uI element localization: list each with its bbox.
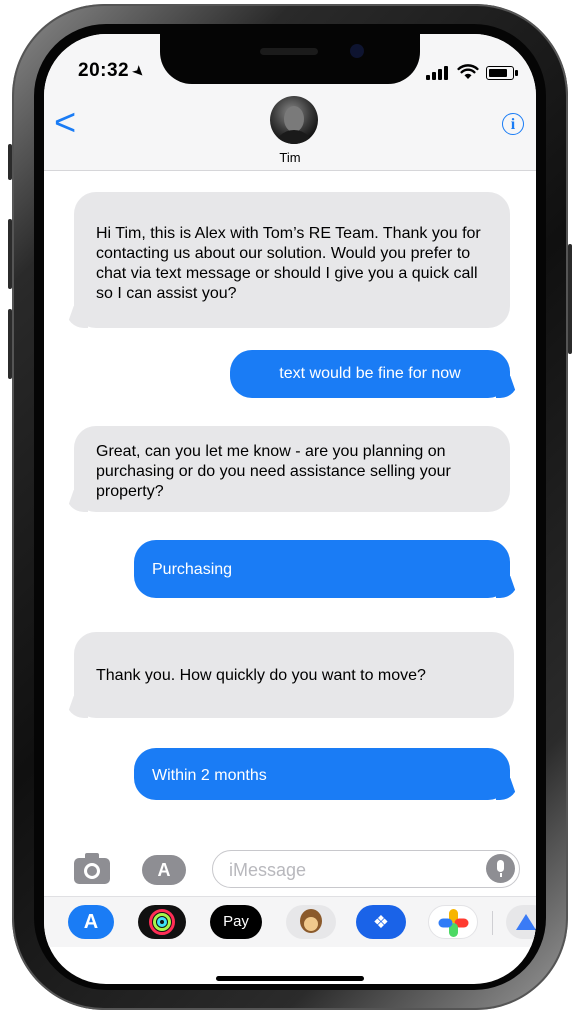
apple-pay-icon[interactable]: Pay: [210, 905, 262, 939]
status-time: 20:32➤: [78, 60, 149, 82]
message-bubble-incoming[interactable]: Thank you. How quickly do you want to mo…: [66, 632, 514, 718]
mute-switch: [8, 144, 12, 180]
apple-pay-label: Pay: [223, 913, 249, 930]
camera-icon[interactable]: [74, 853, 110, 884]
bubble-tail: [496, 376, 518, 398]
message-text: Great, can you let me know - are you pla…: [96, 443, 451, 500]
front-camera: [350, 44, 364, 58]
message-bubble-incoming[interactable]: Hi Tim, this is Alex with Tom’s RE Team.…: [66, 192, 510, 328]
message-bubble-outgoing[interactable]: text would be fine for now: [230, 350, 518, 398]
avatar-face: [284, 106, 304, 132]
app-store-button[interactable]: A: [142, 855, 186, 885]
volume-up-button: [8, 219, 12, 289]
screen-content: < Tim i 20:32➤ Hi Tim, this is Alex with…: [44, 34, 536, 984]
bubble-tail: [496, 778, 518, 800]
phone-screen: < Tim i 20:32➤ Hi Tim, this is Alex with…: [44, 34, 536, 984]
more-apps-icon[interactable]: [506, 905, 536, 939]
back-button[interactable]: <: [54, 104, 76, 142]
status-indicators: [426, 62, 518, 80]
drawer-divider: [492, 911, 493, 935]
bubble-tail: [66, 696, 88, 718]
app-store-icon[interactable]: A: [68, 905, 114, 939]
photos-icon[interactable]: [428, 905, 478, 939]
message-bubble-outgoing[interactable]: Purchasing: [134, 540, 518, 598]
signal-icon: [426, 62, 450, 80]
activity-icon[interactable]: [138, 905, 186, 939]
message-bubble-incoming[interactable]: Great, can you let me know - are you pla…: [66, 426, 510, 512]
contact-avatar[interactable]: [270, 96, 318, 144]
contact-name[interactable]: Tim: [44, 150, 536, 165]
camera-lens: [84, 863, 100, 879]
status-time-text: 20:32: [78, 60, 130, 81]
volume-down-button: [8, 309, 12, 379]
message-text: Purchasing: [152, 561, 233, 578]
message-text: text would be fine for now: [279, 365, 461, 382]
battery-icon: [486, 66, 518, 80]
message-text: Within 2 months: [152, 767, 267, 784]
info-button[interactable]: i: [502, 113, 524, 135]
side-button: [568, 244, 572, 354]
message-text: Hi Tim, this is Alex with Tom’s RE Team.…: [96, 225, 481, 302]
home-indicator[interactable]: [216, 976, 364, 981]
bubble-tail: [66, 306, 88, 328]
message-input[interactable]: [227, 857, 471, 883]
bubble-tail: [66, 490, 88, 512]
dropbox-icon[interactable]: ❖: [356, 905, 406, 939]
bubble-tail: [496, 576, 518, 598]
message-text: Thank you. How quickly do you want to mo…: [96, 667, 426, 684]
message-bubble-outgoing[interactable]: Within 2 months: [134, 748, 518, 800]
imessage-field[interactable]: [212, 850, 520, 888]
microphone-icon[interactable]: [486, 854, 515, 883]
avatar-body: [274, 130, 314, 144]
wifi-icon: [457, 64, 479, 79]
notch: [160, 34, 420, 84]
earpiece-speaker: [260, 48, 318, 55]
app-drawer: A Pay ❖: [44, 896, 536, 947]
animoji-icon[interactable]: [286, 905, 336, 939]
